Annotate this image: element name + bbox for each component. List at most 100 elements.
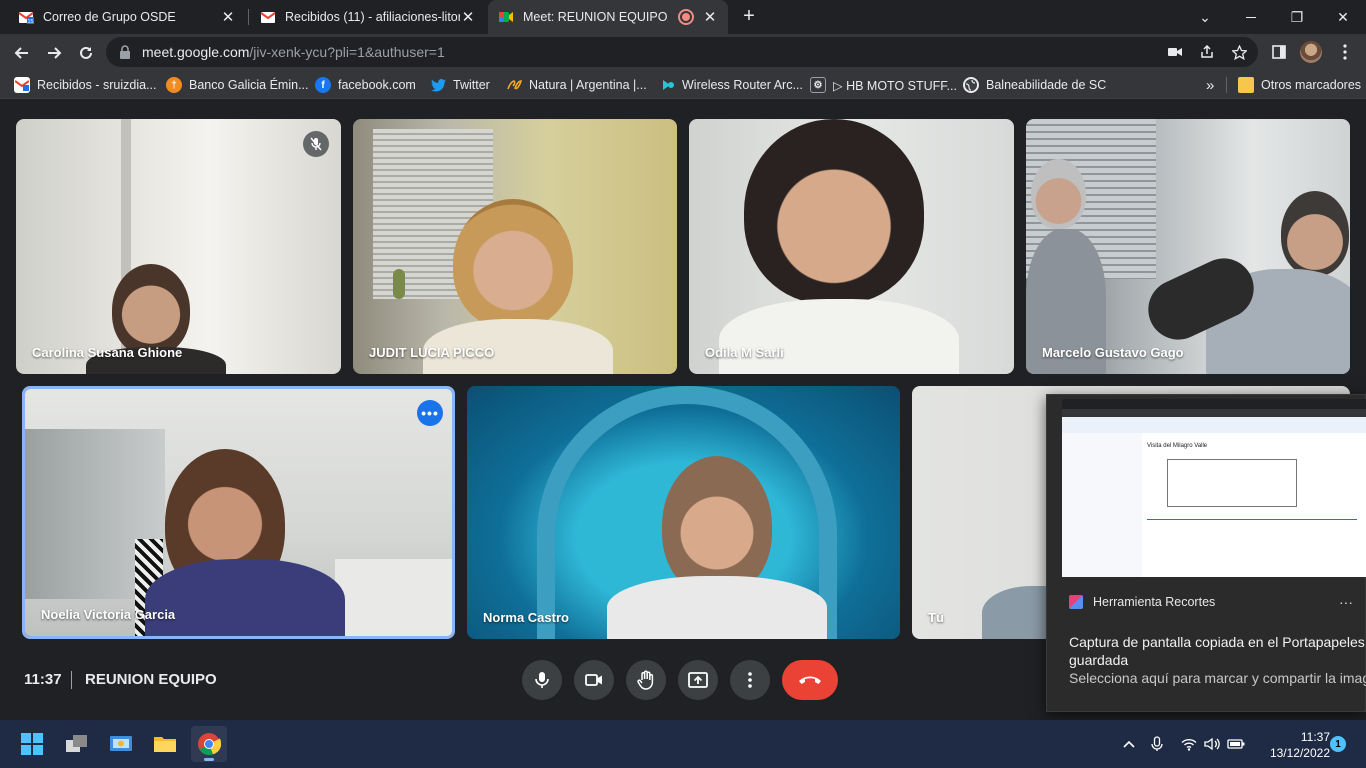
taskbar-app-control-panel[interactable] (103, 726, 139, 762)
participant-figure (662, 456, 772, 596)
participant-body (145, 559, 345, 636)
bookmark-twitter[interactable]: Twitter (430, 76, 490, 94)
close-icon[interactable]: ✕ (460, 8, 476, 26)
tab-gmail-inbox[interactable]: Recibidos (11) - afiliaciones-litoral ✕ (250, 0, 486, 34)
taskbar-app-chrome[interactable] (191, 726, 227, 762)
more-options-button[interactable] (730, 660, 770, 700)
bookmark-balneabilidade[interactable]: Balneabilidade de SC (963, 76, 1106, 94)
participant-tile[interactable]: Odila M Sarli (689, 119, 1014, 374)
bookmarks-overflow-button[interactable]: » (1206, 76, 1214, 94)
toast-subtext: Selecciona aquí para marcar y compartir … (1069, 670, 1366, 686)
tab-meet[interactable]: Meet: REUNION EQUIPO ✕ (488, 0, 728, 34)
share-icon[interactable] (1198, 43, 1216, 61)
notification-count-badge[interactable]: 1 (1330, 736, 1346, 752)
system-clock[interactable]: 11:37 13/12/2022 (1248, 729, 1330, 761)
participant-name: Carolina Susana Ghione (32, 345, 183, 360)
tab-search-icon[interactable]: ⌄ (1182, 0, 1228, 34)
leave-call-button[interactable] (782, 660, 838, 700)
back-button[interactable] (8, 39, 36, 67)
participant-tile[interactable]: Marcelo Gustavo Gago (1026, 119, 1350, 374)
camera-button[interactable] (574, 660, 614, 700)
participant-body (607, 576, 827, 639)
tab-separator (248, 9, 249, 25)
participant-tile[interactable]: Norma Castro (467, 386, 900, 639)
microphone-icon (535, 672, 549, 688)
minimize-button[interactable] (1228, 0, 1274, 34)
participant-tile[interactable]: ••• Noelia Victoria Garcia (22, 386, 455, 639)
bookmark-moto[interactable]: ⚙ ▷ HB MOTO STUFF... (810, 76, 957, 94)
bookmark-star-icon[interactable] (1230, 43, 1248, 61)
bookmarks-bar: Recibidos - sruizdia... † Banco Galicia … (0, 71, 1366, 99)
profile-avatar[interactable] (1300, 41, 1322, 63)
address-bar[interactable]: meet.google.com/jiv-xenk-ycu?pli=1&authu… (106, 37, 1258, 67)
windows-taskbar: 11:37 13/12/2022 1 (0, 720, 1366, 768)
raise-hand-button[interactable] (626, 660, 666, 700)
tab-title: Meet: REUNION EQUIPO (523, 10, 668, 24)
galicia-icon: † (166, 77, 182, 93)
microphone-tray-icon[interactable] (1147, 734, 1167, 754)
thumb-sidebar (1062, 433, 1142, 577)
new-tab-button[interactable]: + (737, 4, 761, 28)
camera-in-use-icon[interactable] (1166, 43, 1184, 61)
url-text: meet.google.com/jiv-xenk-ycu?pli=1&authu… (142, 44, 445, 60)
bookmark-natura[interactable]: Natura | Argentina |... (506, 76, 647, 94)
close-icon[interactable]: ✕ (702, 8, 718, 26)
show-hidden-icons-button[interactable] (1119, 734, 1139, 754)
browser-toolbar: meet.google.com/jiv-xenk-ycu?pli=1&authu… (0, 34, 1366, 71)
folder-icon (1238, 77, 1254, 93)
screenshot-thumbnail[interactable]: Visita del Milagro Valle (1062, 399, 1366, 577)
bookmark-label: Otros marcadores (1261, 78, 1362, 92)
participant-tile[interactable]: Carolina Susana Ghione (16, 119, 341, 374)
snipping-tool-notification[interactable]: Visita del Milagro Valle Herramienta Rec… (1046, 394, 1366, 712)
facebook-icon: f (315, 77, 331, 93)
chevron-up-icon (1123, 740, 1135, 748)
close-icon[interactable]: ✕ (220, 8, 236, 26)
present-screen-button[interactable] (678, 660, 718, 700)
participant-tile[interactable]: JUDIT LUCIA PICCO (353, 119, 677, 374)
arrow-right-icon (48, 47, 62, 59)
bookmark-label: Recibidos - sruizdia... (37, 78, 157, 92)
participant-figure (1281, 191, 1349, 276)
tab-osde-mail[interactable]: 15 Correo de Grupo OSDE ✕ (8, 0, 246, 34)
wifi-icon[interactable] (1179, 734, 1199, 754)
url-host: meet.google.com (142, 44, 250, 60)
tab-title: Correo de Grupo OSDE (43, 10, 176, 24)
participant-name: Norma Castro (483, 610, 569, 625)
bookmark-router[interactable]: Wireless Router Arc... (659, 76, 803, 94)
forward-button[interactable] (40, 39, 68, 67)
restore-button[interactable]: ❐ (1274, 0, 1320, 34)
start-button[interactable] (14, 726, 50, 762)
gmail-icon (260, 9, 276, 25)
bookmark-gmail[interactable]: Recibidos - sruizdia... (14, 76, 157, 94)
task-view-button[interactable] (59, 726, 95, 762)
arrow-left-icon (14, 47, 28, 59)
moto-icon: ⚙ (810, 77, 826, 93)
bookmark-label: Banco Galicia Émin... (189, 78, 309, 92)
mic-off-icon (303, 131, 329, 157)
chrome-menu-icon[interactable] (1334, 41, 1356, 63)
close-window-button[interactable]: ✕ (1320, 0, 1366, 34)
taskbar-app-file-explorer[interactable] (147, 726, 183, 762)
participant-name: JUDIT LUCIA PICCO (369, 345, 495, 360)
toast-more-button[interactable]: ··· (1339, 594, 1353, 610)
plant (393, 269, 405, 299)
microphone-button[interactable] (522, 660, 562, 700)
router-icon (659, 77, 675, 93)
more-options-icon[interactable]: ••• (417, 400, 443, 426)
bookmark-label: ▷ HB MOTO STUFF... (833, 78, 957, 93)
toast-message: Captura de pantalla copiada en el Portap… (1069, 633, 1366, 669)
battery-icon[interactable] (1226, 734, 1246, 754)
side-panel-icon[interactable] (1268, 41, 1290, 63)
other-bookmarks-folder[interactable]: Otros marcadores (1238, 76, 1361, 94)
globe-icon (963, 77, 979, 93)
volume-icon[interactable] (1202, 734, 1222, 754)
bookmark-label: Natura | Argentina |... (529, 78, 647, 92)
toast-app-header: Herramienta Recortes (1069, 595, 1215, 609)
bookmark-galicia[interactable]: † Banco Galicia Émin... (166, 76, 309, 94)
participant-name: Noelia Victoria Garcia (41, 607, 176, 622)
bookmark-facebook[interactable]: f facebook.com (315, 76, 416, 94)
reload-button[interactable] (72, 39, 100, 67)
clock-time: 11:37 (1300, 730, 1330, 744)
chrome-icon (198, 733, 221, 756)
snipping-tool-icon (1069, 595, 1083, 609)
